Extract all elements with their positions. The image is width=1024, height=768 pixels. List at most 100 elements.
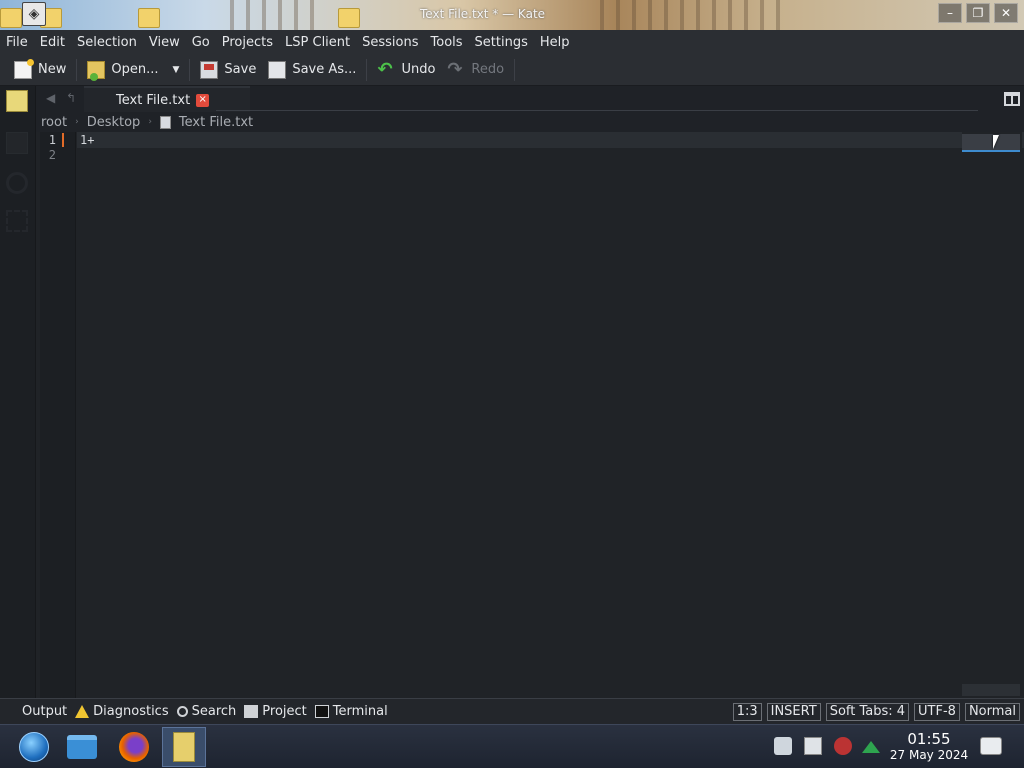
undo-button[interactable]: ↶ Undo bbox=[371, 57, 441, 83]
open-label: Open... bbox=[111, 62, 159, 77]
modified-line-marker bbox=[62, 133, 64, 147]
maximize-button[interactable]: ❐ bbox=[966, 3, 990, 23]
open-button[interactable]: Open... ▼ bbox=[81, 57, 185, 83]
documents-icon[interactable] bbox=[6, 90, 28, 112]
wallpaper-detail bbox=[600, 0, 780, 30]
breadcrumb-file[interactable]: Text File.txt bbox=[179, 115, 253, 130]
start-button[interactable] bbox=[12, 727, 56, 767]
minimap[interactable] bbox=[962, 132, 1022, 698]
current-line-highlight bbox=[77, 132, 1024, 148]
wallpaper-detail bbox=[230, 0, 320, 30]
horizontal-scrollbar[interactable] bbox=[962, 684, 1020, 696]
line-number-gutter[interactable]: 1 2 bbox=[40, 132, 76, 698]
breadcrumb-desktop[interactable]: Desktop bbox=[87, 115, 141, 130]
minimize-button[interactable]: – bbox=[938, 3, 962, 23]
cursor-position[interactable]: 1:3 bbox=[732, 703, 762, 721]
code-line[interactable]: 1+ bbox=[80, 133, 94, 147]
menu-bar: File Edit Selection View Go Projects LSP… bbox=[0, 30, 1024, 54]
symbols-icon[interactable] bbox=[6, 210, 28, 232]
git-icon[interactable] bbox=[6, 172, 28, 194]
menu-settings[interactable]: Settings bbox=[475, 35, 528, 50]
tool-output-label: Output bbox=[22, 704, 68, 719]
notifications-icon[interactable] bbox=[980, 737, 1002, 755]
status-bar: Output Diagnostics Search Project Termin… bbox=[0, 698, 1024, 724]
undo-label: Undo bbox=[401, 62, 436, 77]
menu-go[interactable]: Go bbox=[192, 35, 210, 50]
tool-diagnostics[interactable]: Diagnostics bbox=[75, 704, 169, 719]
editor-area[interactable]: 1 2 1+ bbox=[36, 132, 1024, 698]
tab-label: Text File.txt bbox=[116, 92, 191, 108]
left-sidebar bbox=[0, 86, 36, 698]
projects-icon[interactable] bbox=[6, 132, 28, 154]
chevron-down-icon[interactable]: ▼ bbox=[172, 65, 179, 75]
taskbar-clock[interactable]: 01:55 27 May 2024 bbox=[886, 731, 972, 763]
save-icon bbox=[200, 60, 219, 79]
taskbar: 01:55 27 May 2024 bbox=[0, 724, 1024, 768]
tool-project[interactable]: Project bbox=[244, 704, 307, 719]
tray-network-icon[interactable] bbox=[834, 737, 852, 755]
split-view-icon[interactable] bbox=[1004, 92, 1020, 106]
redo-label: Redo bbox=[471, 62, 505, 77]
input-mode[interactable]: Normal bbox=[964, 703, 1020, 721]
toolbar-separator bbox=[514, 58, 516, 81]
tool-terminal[interactable]: Terminal bbox=[314, 704, 388, 719]
tray-device-icon[interactable] bbox=[804, 737, 822, 755]
save-label: Save bbox=[224, 62, 257, 77]
taskbar-file-manager[interactable] bbox=[60, 727, 104, 767]
menu-sessions[interactable]: Sessions bbox=[362, 35, 418, 50]
menu-lsp-client[interactable]: LSP Client bbox=[285, 35, 350, 50]
desktop-folder-icon bbox=[138, 8, 160, 28]
window-title: Text File.txt * — Kate bbox=[420, 7, 546, 21]
toolbar-separator bbox=[366, 58, 368, 81]
tool-search-label: Search bbox=[191, 704, 237, 719]
new-label: New bbox=[38, 62, 67, 77]
tool-output[interactable]: Output bbox=[22, 704, 67, 719]
warning-icon bbox=[75, 705, 90, 718]
window-controls: – ❐ ✕ bbox=[938, 3, 1018, 23]
breadcrumb-root[interactable]: root bbox=[41, 115, 67, 130]
menu-file[interactable]: File bbox=[6, 35, 28, 50]
close-tab-icon[interactable]: × bbox=[196, 93, 210, 107]
encoding[interactable]: UTF-8 bbox=[914, 703, 960, 721]
minimap-viewport[interactable] bbox=[962, 134, 1020, 152]
new-button[interactable]: New bbox=[8, 57, 72, 83]
menu-projects[interactable]: Projects bbox=[222, 35, 273, 50]
firefox-icon bbox=[119, 732, 149, 762]
tray-updates-icon[interactable] bbox=[862, 741, 880, 753]
window-titlebar: ◈ Text File.txt * — Kate – ❐ ✕ bbox=[0, 0, 1024, 30]
menu-help[interactable]: Help bbox=[540, 35, 570, 50]
clock-date: 27 May 2024 bbox=[889, 748, 969, 762]
redo-button[interactable]: ↷ Redo bbox=[441, 57, 510, 83]
tool-search[interactable]: Search bbox=[176, 704, 237, 719]
main-toolbar: New Open... ▼ Save Save As... ↶ Undo ↷ R… bbox=[0, 54, 1024, 86]
open-folder-icon bbox=[87, 60, 106, 81]
menu-view[interactable]: View bbox=[149, 35, 180, 50]
tool-terminal-label: Terminal bbox=[332, 704, 388, 719]
tab-text-file[interactable]: Text File.txt × bbox=[84, 86, 250, 112]
menu-selection[interactable]: Selection bbox=[77, 35, 137, 50]
forward-icon[interactable]: ↰ bbox=[66, 91, 76, 105]
save-as-button[interactable]: Save As... bbox=[262, 57, 362, 83]
menu-tools[interactable]: Tools bbox=[431, 35, 463, 50]
window-menu-icon[interactable]: ◈ bbox=[22, 2, 46, 26]
search-icon bbox=[176, 706, 188, 717]
redo-icon: ↷ bbox=[447, 58, 463, 80]
menu-edit[interactable]: Edit bbox=[40, 35, 65, 50]
taskbar-firefox[interactable] bbox=[112, 727, 156, 767]
start-orb-icon bbox=[19, 732, 49, 762]
back-icon[interactable]: ◀ bbox=[46, 91, 55, 105]
kate-icon bbox=[173, 732, 195, 762]
close-button[interactable]: ✕ bbox=[994, 3, 1018, 23]
tray-clipboard-icon[interactable] bbox=[774, 737, 792, 755]
breadcrumb-separator: › bbox=[75, 117, 79, 127]
indent-setting[interactable]: Soft Tabs: 4 bbox=[825, 703, 910, 721]
desktop-folder-icon bbox=[0, 8, 22, 28]
status-indicators: 1:3 INSERT Soft Tabs: 4 UTF-8 Normal bbox=[732, 703, 1020, 721]
edit-mode[interactable]: INSERT bbox=[766, 703, 821, 721]
folder-icon bbox=[67, 735, 97, 759]
save-button[interactable]: Save bbox=[194, 57, 262, 83]
tool-diagnostics-label: Diagnostics bbox=[93, 704, 169, 719]
taskbar-kate[interactable] bbox=[162, 727, 206, 767]
tab-bar-divider bbox=[216, 110, 978, 111]
toolbar-separator bbox=[189, 58, 191, 81]
